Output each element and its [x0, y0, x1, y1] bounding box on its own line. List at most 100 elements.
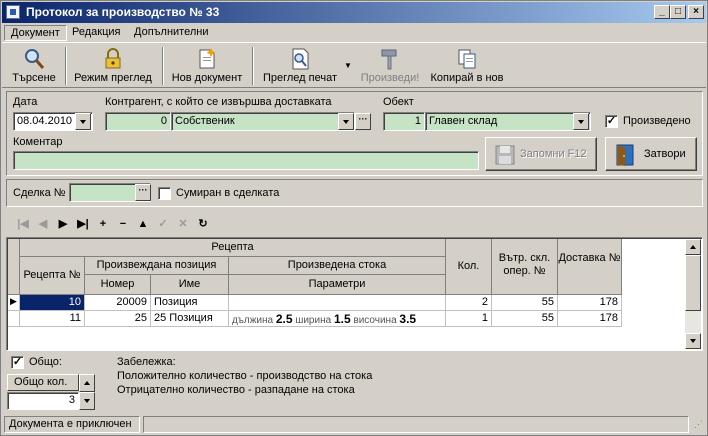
grid-header-qty[interactable]: Кол. — [446, 239, 492, 295]
next-record-icon[interactable]: ▶ — [54, 215, 72, 233]
table-cell-recipe[interactable]: 10 — [20, 295, 85, 311]
grid-header-recipe-no[interactable]: Рецепта № — [20, 257, 85, 295]
minimize-button[interactable]: _ — [654, 5, 670, 19]
prior-record-icon[interactable]: ◀ — [34, 215, 52, 233]
new-document-button[interactable]: Нов документ — [168, 45, 246, 87]
note-line-negative: Отрицателно количество - разпадане на ст… — [117, 384, 355, 396]
table-cell-number[interactable]: 25 — [85, 311, 151, 327]
param-height-value: 3.5 — [399, 312, 417, 326]
total-qty-caption: Общо кол. — [7, 374, 79, 391]
toolbar-separator — [162, 47, 164, 85]
menu-edit[interactable]: Редакция — [66, 25, 126, 41]
grid-header-parameters[interactable]: Параметри — [229, 275, 446, 295]
close-document-button[interactable]: Затвори — [605, 137, 697, 171]
new-document-icon — [199, 48, 216, 69]
toolbar-separator — [65, 47, 67, 85]
table-cell-delivery[interactable]: 178 — [558, 311, 622, 327]
summed-label: Сумиран в сделката — [176, 187, 280, 199]
recipe-grid: Рецепта Рецепта № Произвеждана позиция Н… — [6, 237, 703, 351]
view-mode-button[interactable]: Режим преглед — [70, 45, 156, 87]
save-button[interactable]: Запомни F12 — [485, 137, 597, 171]
current-row-indicator-icon: ▶ — [8, 295, 20, 311]
grid-header-number[interactable]: Номер — [85, 275, 151, 295]
total-label: Общо: — [29, 356, 62, 368]
contractor-name: Собственик — [175, 115, 235, 127]
total-qty-spin-up-icon[interactable] — [79, 374, 95, 392]
produced-checkbox[interactable]: ✓ — [605, 115, 618, 128]
edit-record-icon[interactable]: ▲ — [134, 215, 152, 233]
contractor-browse-button[interactable]: ··· — [355, 113, 371, 130]
exit-door-icon — [616, 144, 634, 166]
refresh-record-icon[interactable]: ↻ — [194, 215, 212, 233]
status-panel-empty — [143, 416, 689, 433]
insert-record-icon[interactable]: + — [94, 215, 112, 233]
summed-checkbox[interactable] — [158, 187, 171, 200]
table-cell-op[interactable]: 55 — [492, 295, 558, 311]
contractor-code: 0 — [160, 115, 167, 127]
date-dropdown-icon[interactable] — [75, 113, 91, 130]
main-window: Протокол за производство № 33 _ □ × Доку… — [0, 0, 708, 436]
window-title: Протокол за производство № 33 — [26, 5, 220, 19]
table-cell-op[interactable]: 55 — [492, 311, 558, 327]
object-code-field[interactable]: 1 — [383, 112, 425, 131]
row-indicator — [8, 311, 20, 327]
print-dropdown-arrow-icon[interactable]: ▼ — [344, 61, 352, 70]
object-label: Обект — [383, 96, 414, 108]
grid-header-internal-op[interactable]: Вътр. скл. опер. № — [492, 239, 558, 295]
floppy-disk-icon — [495, 145, 515, 165]
table-cell-name[interactable]: 25 Позиция — [151, 311, 229, 327]
contractor-name-field[interactable]: Собственик — [171, 112, 355, 131]
magnifier-icon — [25, 49, 45, 69]
close-button[interactable]: × — [688, 5, 704, 19]
status-text: Документа е приключен — [4, 416, 140, 433]
last-record-icon[interactable]: ▶| — [74, 215, 92, 233]
note-line-positive: Положително количество - производство на… — [117, 370, 373, 382]
total-qty-value: 3 — [68, 394, 75, 406]
size-grip-icon[interactable]: ⋰ — [694, 419, 703, 430]
param-width-value: 1.5 — [333, 312, 351, 326]
new-document-label: Нов документ — [171, 72, 243, 84]
comment-label: Коментар — [13, 136, 63, 148]
first-record-icon[interactable]: |◀ — [14, 215, 32, 233]
menu-document[interactable]: Документ — [4, 25, 67, 41]
object-name-field[interactable]: Главен склад — [425, 112, 591, 131]
search-button[interactable]: Търсене — [6, 45, 62, 87]
menu-extras[interactable]: Допълнителни — [128, 25, 214, 41]
deal-browse-button[interactable]: ··· — [135, 184, 151, 201]
contractor-code-field[interactable]: 0 — [105, 112, 171, 131]
grid-header-delivery-no[interactable]: Доставка № — [558, 239, 622, 295]
copy-to-new-button[interactable]: Копирай в нов — [426, 45, 508, 87]
table-cell-qty[interactable]: 1 — [446, 311, 492, 327]
scroll-thumb[interactable] — [685, 255, 701, 311]
total-checkbox[interactable]: ✓ — [11, 356, 24, 369]
toolbar: Търсене Режим преглед Нов документ Прегл… — [2, 42, 706, 88]
print-preview-button[interactable]: Преглед печат — [258, 45, 342, 87]
table-cell-number[interactable]: 20009 — [85, 295, 151, 311]
table-cell-params[interactable] — [229, 295, 446, 311]
param-height-label: височина — [353, 315, 397, 326]
total-qty-spin-down-icon[interactable] — [79, 392, 95, 410]
table-cell-recipe[interactable]: 11 — [20, 311, 85, 327]
toolbar-separator — [252, 47, 254, 85]
object-name: Главен склад — [429, 115, 498, 127]
contractor-label: Контрагент, с който се извършва доставка… — [105, 96, 332, 108]
grid-header-name[interactable]: Име — [151, 275, 229, 295]
contractor-dropdown-icon[interactable] — [338, 113, 354, 130]
maximize-button[interactable]: □ — [670, 5, 686, 19]
table-cell-qty[interactable]: 2 — [446, 295, 492, 311]
post-record-icon[interactable]: ✓ — [154, 215, 172, 233]
table-cell-params[interactable]: дължина 2.5 ширина 1.5 височина 3.5 — [229, 311, 446, 327]
produce-button[interactable]: Произведи! — [357, 45, 423, 87]
object-dropdown-icon[interactable] — [573, 113, 589, 130]
table-cell-name[interactable]: Позиция — [151, 295, 229, 311]
deal-label: Сделка № — [13, 187, 66, 199]
comment-field[interactable] — [13, 151, 479, 170]
scroll-up-icon[interactable] — [685, 239, 701, 255]
cancel-record-icon[interactable]: ✕ — [174, 215, 192, 233]
object-code: 1 — [414, 115, 421, 127]
grid-vertical-scrollbar[interactable] — [685, 239, 701, 349]
grid-header-produced-goods: Произведена стока — [229, 257, 446, 275]
table-cell-delivery[interactable]: 178 — [558, 295, 622, 311]
delete-record-icon[interactable]: − — [114, 215, 132, 233]
scroll-down-icon[interactable] — [685, 333, 701, 349]
